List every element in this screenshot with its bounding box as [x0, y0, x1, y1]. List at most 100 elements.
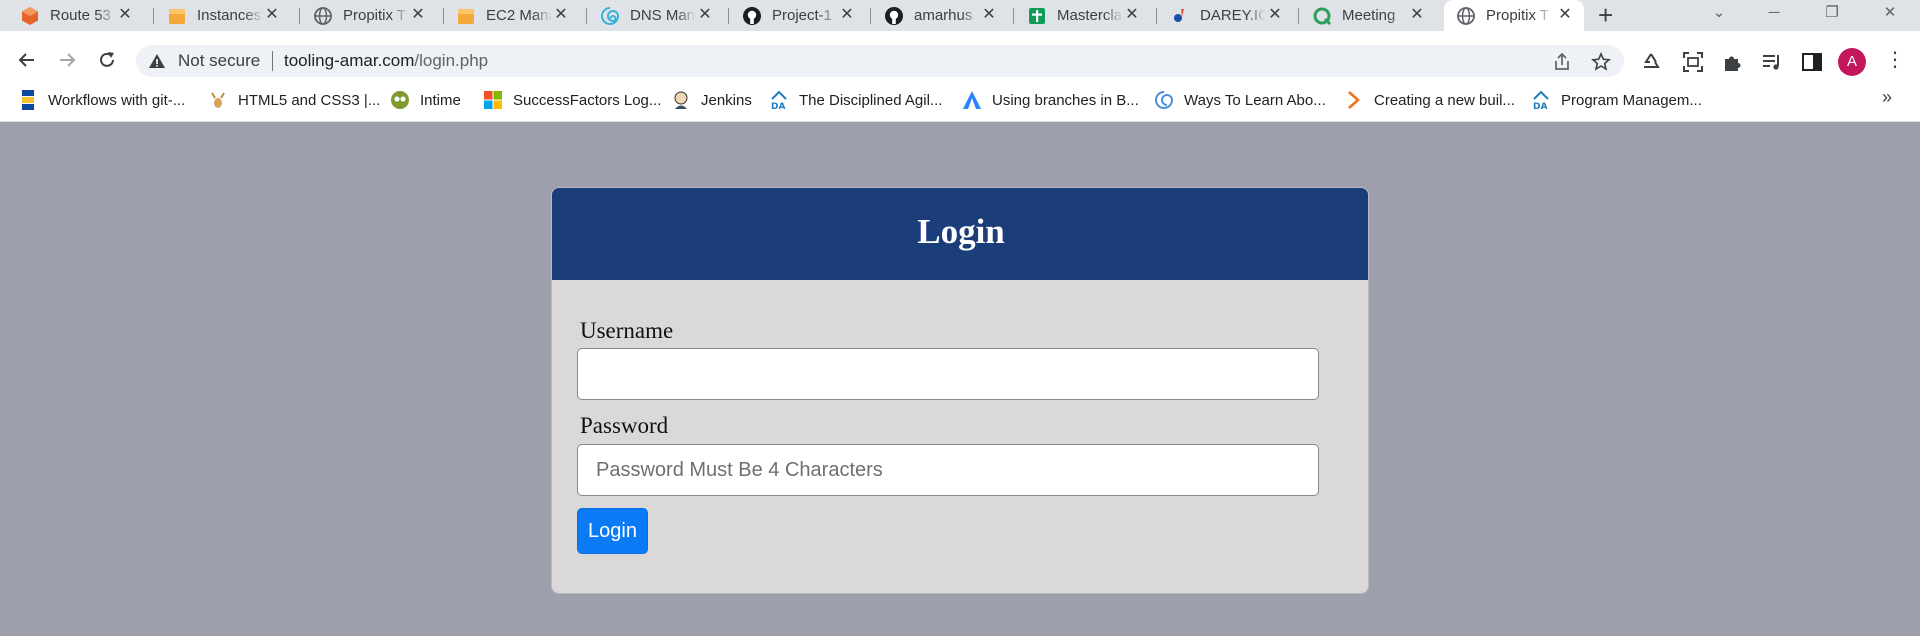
reload-icon	[100, 52, 114, 67]
login-title: Login	[917, 212, 1005, 251]
close-tab-icon[interactable]: ✕	[980, 6, 998, 24]
bookmark-item[interactable]: Creating a new buil...	[1344, 84, 1515, 116]
address-divider	[272, 51, 273, 71]
tab-title: amarhus	[914, 7, 973, 24]
jenkins-icon	[671, 90, 691, 110]
profile-avatar[interactable]: A	[1838, 48, 1866, 76]
restore-icon[interactable]: ❐	[1810, 0, 1854, 28]
username-input[interactable]	[577, 348, 1319, 400]
bookmark-label: HTML5 and CSS3 |...	[238, 91, 381, 109]
bookmark-label: Ways To Learn Abo...	[1184, 91, 1326, 109]
url-text[interactable]: tooling-amar.com/login.php	[284, 51, 488, 71]
close-tab-icon[interactable]: ✕	[263, 6, 281, 24]
browser-tab[interactable]: Propitix T ✕	[313, 0, 433, 31]
owl-icon	[390, 90, 410, 110]
browser-tab[interactable]: Instances ✕	[167, 0, 287, 31]
login-card-header: Login	[552, 188, 1368, 280]
warning-triangle-icon[interactable]	[148, 52, 166, 75]
browser-tab[interactable]: DNS Man ✕	[600, 0, 720, 31]
bookmark-label: Workflows with git-...	[48, 91, 186, 109]
browser-tab[interactable]: EC2 Mana ✕	[456, 0, 576, 31]
extensions-puzzle-icon[interactable]	[1719, 49, 1745, 75]
tab-search-chevron-icon[interactable]: ⌄	[1697, 0, 1741, 28]
bookmarks-bar: Workflows with git-... HTML5 and CSS3 |.…	[0, 84, 1920, 122]
close-window-icon[interactable]: ✕	[1868, 0, 1912, 28]
url-host: tooling-amar.com	[284, 51, 415, 70]
tab-separator	[299, 8, 300, 24]
tab-separator	[1156, 8, 1157, 24]
address-bar[interactable]: Not secure tooling-amar.com/login.php	[136, 45, 1624, 77]
da-icon: DA	[769, 90, 789, 110]
bookmark-item[interactable]: Jenkins	[671, 84, 752, 116]
close-tab-icon[interactable]: ✕	[838, 6, 856, 24]
tab-title: EC2 Mana	[486, 7, 552, 24]
bookmark-label: Creating a new buil...	[1374, 91, 1515, 109]
close-tab-icon[interactable]: ✕	[1266, 6, 1284, 24]
more-bookmarks-icon[interactable]: »	[1882, 87, 1892, 108]
bookmark-label: Using branches in B...	[992, 91, 1139, 109]
meeting-icon	[1312, 6, 1332, 26]
username-label: Username	[580, 318, 674, 343]
browser-tab[interactable]: Mastercla ✕	[1027, 0, 1147, 31]
minimize-icon[interactable]: ─	[1752, 0, 1796, 28]
tab-separator	[728, 8, 729, 24]
close-tab-icon[interactable]: ✕	[552, 6, 570, 24]
new-tab-icon[interactable]: +	[1598, 2, 1613, 28]
tab-title: Project-1	[772, 7, 833, 24]
globe-icon	[313, 6, 333, 26]
bookmark-item[interactable]: DA Program Managem...	[1531, 84, 1702, 116]
browser-toolbar: Not secure tooling-amar.com/login.php A …	[0, 31, 1920, 104]
more-menu-icon[interactable]: ⋮	[1885, 47, 1905, 72]
side-panel-icon[interactable]	[1799, 49, 1825, 75]
forward-button[interactable]	[52, 45, 82, 75]
media-playlist-icon[interactable]	[1759, 49, 1785, 75]
tab-title: Propitix T	[1486, 7, 1550, 24]
bookmark-item[interactable]: Workflows with git-...	[18, 84, 185, 116]
bookmark-item[interactable]: Ways To Learn Abo...	[1154, 84, 1326, 116]
login-button[interactable]: Login	[577, 508, 648, 554]
bookmark-item[interactable]: DA The Disciplined Agil...	[769, 84, 942, 116]
url-path: /login.php	[414, 51, 489, 70]
tab-title: DAREY.IO	[1200, 7, 1266, 24]
not-secure-label[interactable]: Not secure	[178, 51, 260, 71]
bookmark-item[interactable]: SuccessFactors Log...	[483, 84, 661, 116]
browser-tab[interactable]: Meeting ✕	[1312, 0, 1432, 31]
reload-button[interactable]	[92, 45, 122, 75]
deer-icon	[208, 90, 228, 110]
dns-spiral-icon	[600, 6, 620, 26]
close-tab-icon[interactable]: ✕	[1123, 6, 1141, 24]
share-icon[interactable]	[1551, 51, 1573, 73]
bookmark-item[interactable]: HTML5 and CSS3 |...	[208, 84, 380, 116]
tab-title: DNS Man	[630, 7, 696, 24]
close-tab-icon[interactable]: ✕	[1408, 6, 1426, 24]
recycle-extension-icon[interactable]	[1638, 49, 1664, 75]
bookmark-item[interactable]: Using branches in B...	[962, 84, 1139, 116]
sheets-icon	[1027, 6, 1047, 26]
bookmark-item[interactable]: Intime	[390, 84, 461, 116]
tab-title: Propitix T	[343, 7, 407, 24]
svg-text:DA: DA	[1533, 102, 1547, 110]
aws-box-icon	[167, 6, 187, 26]
close-tab-icon[interactable]: ✕	[1556, 6, 1574, 24]
back-button[interactable]	[12, 45, 42, 75]
browser-tab[interactable]: amarhus ✕	[884, 0, 1004, 31]
atlassian-icon	[962, 90, 982, 110]
close-tab-icon[interactable]: ✕	[116, 6, 134, 24]
da-icon: DA	[1531, 90, 1551, 110]
tab-separator	[443, 8, 444, 24]
browser-tab-active[interactable]: Propitix T ✕	[1444, 0, 1584, 31]
close-tab-icon[interactable]: ✕	[696, 6, 714, 24]
password-label: Password	[580, 413, 669, 438]
bookmark-label: Intime	[420, 91, 461, 109]
screen-capture-icon[interactable]	[1680, 49, 1706, 75]
close-tab-icon[interactable]: ✕	[409, 6, 427, 24]
globe-icon	[1456, 6, 1476, 26]
password-input[interactable]	[577, 444, 1319, 496]
swirl-icon	[1154, 90, 1174, 110]
browser-tab[interactable]: Project-1 ✕	[742, 0, 862, 31]
bookmark-label: Jenkins	[701, 91, 752, 109]
browser-tab[interactable]: DAREY.IO ✕	[1170, 0, 1290, 31]
tab-separator	[870, 8, 871, 24]
bookmark-star-icon[interactable]	[1590, 51, 1612, 73]
browser-tab[interactable]: Route 53 ✕	[20, 0, 140, 31]
